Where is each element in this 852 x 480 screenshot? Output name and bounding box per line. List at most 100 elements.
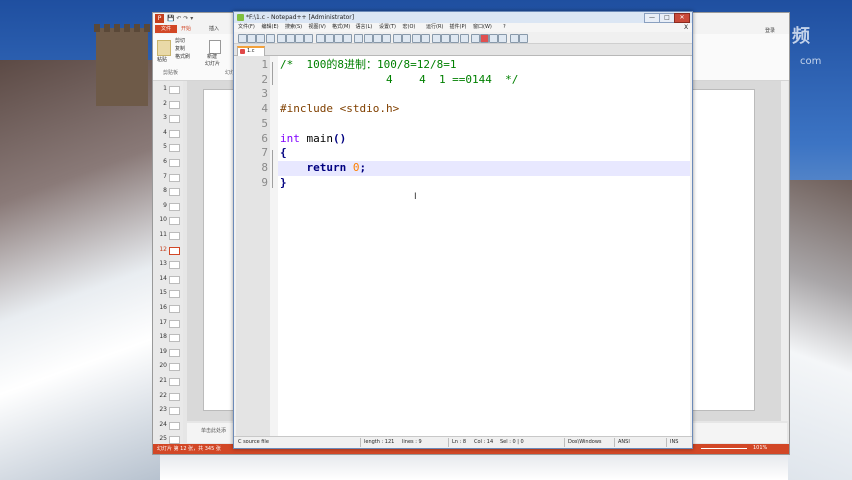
code-line[interactable]: return 0; xyxy=(280,161,367,176)
open-file-icon[interactable] xyxy=(247,34,257,43)
code-line[interactable]: } xyxy=(280,176,287,191)
wallpaper-mountain-right xyxy=(788,180,852,480)
new-slide-icon[interactable] xyxy=(209,40,221,54)
func-list-icon[interactable] xyxy=(459,34,469,43)
code-line[interactable]: 4 4 1 ==0144 */ xyxy=(280,73,518,88)
menu-window[interactable]: 窗口(W) xyxy=(473,24,492,31)
npp-title-bar[interactable]: *F:\1.c - Notepad++ [Administrator] — □ … xyxy=(234,12,692,23)
code-line[interactable]: #include <stdio.h> xyxy=(280,102,399,117)
zoom-out-icon[interactable] xyxy=(382,34,391,43)
copy-button[interactable]: 复制 xyxy=(175,46,185,53)
close-document-icon[interactable]: X xyxy=(684,24,688,31)
folder-icon[interactable] xyxy=(470,34,480,43)
slide-thumbnail[interactable]: 21 xyxy=(153,377,183,387)
cut-icon[interactable] xyxy=(304,34,314,43)
ppt-vertical-scrollbar[interactable] xyxy=(781,81,788,421)
save-icon[interactable] xyxy=(256,34,266,43)
indent-guide-icon[interactable] xyxy=(432,34,441,43)
slide-thumbnail[interactable]: 4 xyxy=(153,129,183,139)
menu-macro[interactable]: 宏(O) xyxy=(403,24,416,31)
ppt-quick-access-icons[interactable]: 💾 ↶ ↷ ▾ xyxy=(167,15,193,22)
close-button[interactable]: ✕ xyxy=(674,13,690,23)
close-icon[interactable] xyxy=(276,34,286,43)
find-icon[interactable] xyxy=(354,34,364,43)
cut-button[interactable]: 剪切 xyxy=(175,38,185,45)
ppt-tab-file[interactable]: 文件 xyxy=(155,25,177,33)
format-painter-button[interactable]: 格式刷 xyxy=(175,54,190,61)
slide-thumbnail[interactable]: 9 xyxy=(153,202,183,212)
menu-search[interactable]: 搜索(S) xyxy=(285,24,302,31)
code-editor[interactable]: 123456789 I /* 100的8进制：100/8=12/8=1 4 4 … xyxy=(236,56,690,436)
fold-margin[interactable] xyxy=(270,56,278,436)
menu-settings[interactable]: 设置(T) xyxy=(379,24,396,31)
save-all-icon[interactable] xyxy=(265,34,275,43)
menu-help[interactable]: ? xyxy=(503,24,506,31)
menu-run[interactable]: 运行(R) xyxy=(426,24,443,31)
ppt-sign-in[interactable]: 登录 xyxy=(765,27,775,34)
ppt-tab-home[interactable]: 开始 xyxy=(181,25,191,33)
slide-thumbnail[interactable]: 18 xyxy=(153,333,183,343)
menu-edit[interactable]: 编辑(E) xyxy=(262,24,279,31)
paste-icon[interactable] xyxy=(157,40,171,56)
menu-file[interactable]: 文件(F) xyxy=(238,24,255,31)
slide-thumbnail[interactable]: 15 xyxy=(153,289,183,299)
slide-preview xyxy=(169,159,180,167)
slide-thumbnail[interactable]: 8 xyxy=(153,187,183,197)
new-file-icon[interactable] xyxy=(238,34,247,43)
word-wrap-icon[interactable] xyxy=(411,34,421,43)
slide-thumbnail[interactable]: 2 xyxy=(153,100,183,110)
slide-thumbnail[interactable]: 20 xyxy=(153,362,183,372)
play-macro-icon[interactable] xyxy=(498,34,508,43)
slide-thumbnail[interactable]: 12 xyxy=(153,246,183,256)
paste-button[interactable]: 粘贴 xyxy=(157,57,167,64)
redo-icon[interactable] xyxy=(343,34,353,43)
slide-thumbnail[interactable]: 16 xyxy=(153,304,183,314)
slide-thumbnail[interactable]: 14 xyxy=(153,275,183,285)
sync-v-icon[interactable] xyxy=(393,34,403,43)
slide-thumbnail[interactable]: 19 xyxy=(153,348,183,358)
fold-marker[interactable] xyxy=(272,150,277,189)
print-icon[interactable] xyxy=(295,34,305,43)
fold-marker[interactable] xyxy=(272,62,277,86)
slide-thumbnail[interactable]: 6 xyxy=(153,158,183,168)
menu-language[interactable]: 语言(L) xyxy=(356,24,373,31)
copy-icon[interactable] xyxy=(315,34,325,43)
slide-thumbnail[interactable]: 7 xyxy=(153,173,183,183)
record-macro-icon[interactable] xyxy=(480,34,489,43)
code-line[interactable]: { xyxy=(280,146,287,161)
slide-thumbnail[interactable]: 17 xyxy=(153,319,183,329)
undo-icon[interactable] xyxy=(334,34,343,43)
run-macro-icon[interactable] xyxy=(509,34,519,43)
maximize-button[interactable]: □ xyxy=(659,13,675,23)
slide-thumbnail[interactable]: 23 xyxy=(153,406,183,416)
new-slide-sub-label: 幻灯片 xyxy=(205,61,221,67)
zoom-in-icon[interactable] xyxy=(372,34,382,43)
show-all-chars-icon[interactable] xyxy=(420,34,430,43)
ppt-zoom-slider[interactable] xyxy=(701,448,747,449)
slide-thumbnail[interactable]: 22 xyxy=(153,392,183,402)
menu-view[interactable]: 视图(V) xyxy=(309,24,326,31)
slide-thumbnail[interactable]: 1 xyxy=(153,85,183,95)
slide-thumbnail[interactable]: 5 xyxy=(153,143,183,153)
stop-macro-icon[interactable] xyxy=(489,34,499,43)
slide-thumbnail[interactable]: 13 xyxy=(153,260,183,270)
paste-icon[interactable] xyxy=(324,34,334,43)
slide-thumbnail[interactable]: 10 xyxy=(153,216,183,226)
save-macro-icon[interactable] xyxy=(518,34,528,43)
minimize-button[interactable]: — xyxy=(644,13,660,23)
new-slide-button[interactable]: 新建 xyxy=(207,54,217,61)
lang-icon[interactable] xyxy=(441,34,451,43)
slide-thumbnail[interactable]: 3 xyxy=(153,114,183,124)
slide-thumbnail[interactable]: 11 xyxy=(153,231,183,241)
menu-plugins[interactable]: 插件(P) xyxy=(450,24,467,31)
replace-icon[interactable] xyxy=(363,34,373,43)
ppt-zoom-level[interactable]: 101% xyxy=(753,445,767,451)
menu-format[interactable]: 格式(M) xyxy=(332,24,350,31)
code-line[interactable]: /* 100的8进制：100/8=12/8=1 xyxy=(280,58,456,73)
close-all-icon[interactable] xyxy=(286,34,295,43)
code-line[interactable]: int main() xyxy=(280,132,346,147)
sync-h-icon[interactable] xyxy=(402,34,412,43)
ppt-tab-insert[interactable]: 插入 xyxy=(209,25,219,33)
slide-thumbnail[interactable]: 24 xyxy=(153,421,183,431)
doc-map-icon[interactable] xyxy=(450,34,460,43)
